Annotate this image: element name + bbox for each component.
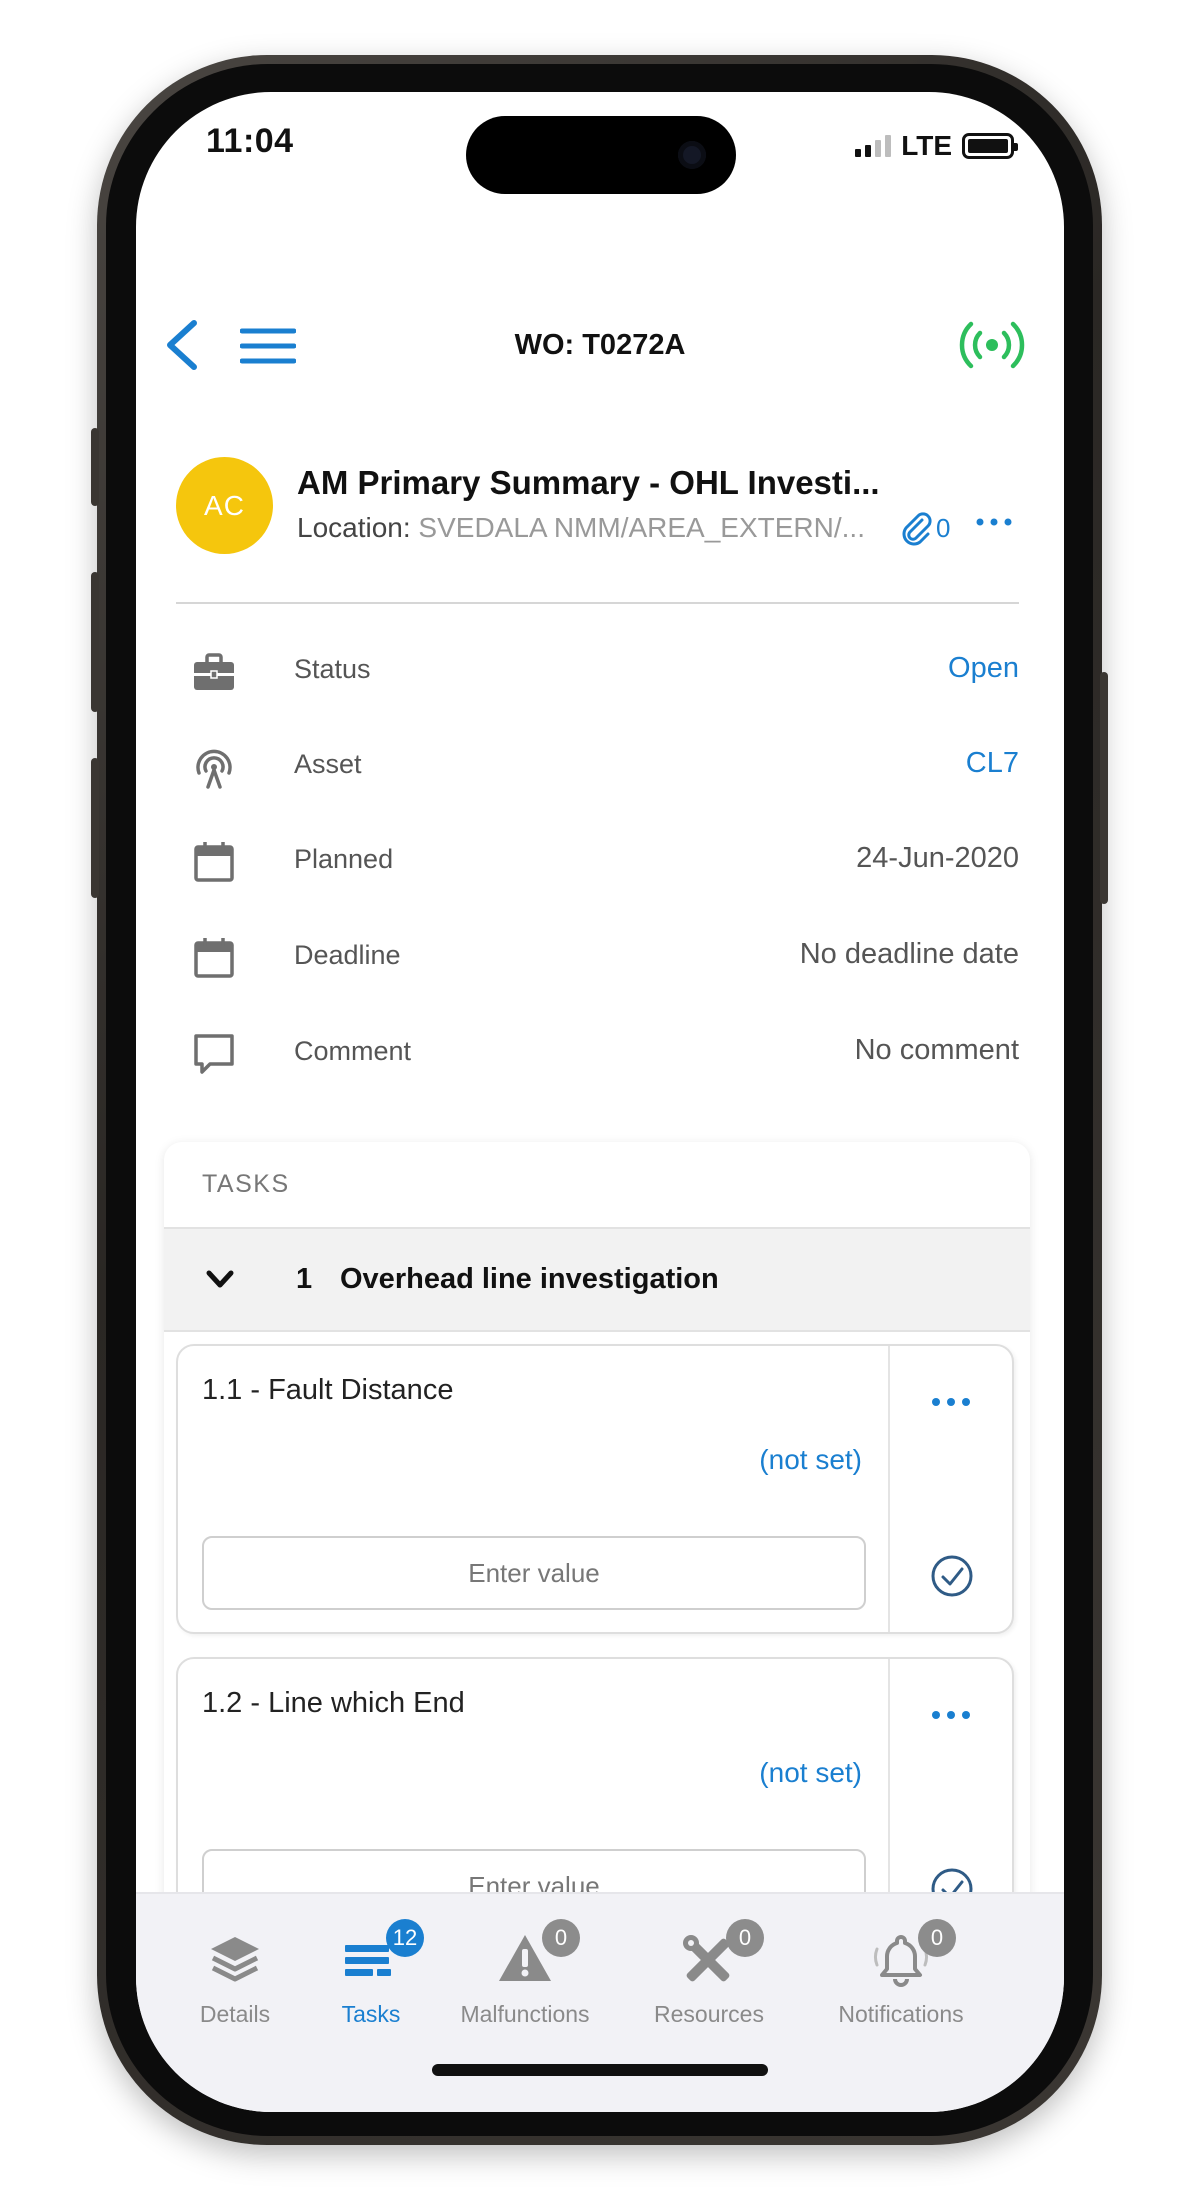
comment-label: Comment <box>294 1036 412 1066</box>
tab-malfunctions[interactable]: 0 Malfunctions <box>440 1919 610 2029</box>
status-row[interactable]: Status Open <box>176 640 1019 700</box>
header-divider <box>176 602 1019 604</box>
asset-row[interactable]: Asset CL7 <box>176 735 1019 795</box>
layers-icon <box>211 1937 259 1982</box>
location-value: SVEDALA NMM/AREA_EXTERN/... <box>418 512 865 543</box>
dynamic-island <box>466 116 736 194</box>
chevron-down-icon[interactable] <box>204 1265 236 1293</box>
comment-value: No comment <box>854 1034 1019 1066</box>
deadline-value: No deadline date <box>799 938 1019 970</box>
tab-resources[interactable]: 0 Resources <box>624 1919 794 2029</box>
tasks-section-title: TASKS <box>202 1170 290 1198</box>
task-group-name: Overhead line investigation <box>340 1263 719 1295</box>
page-title: WO: T0272A <box>514 329 686 361</box>
avatar: AC <box>176 457 273 554</box>
malfunctions-badge: 0 <box>542 1919 580 1957</box>
task-value-input[interactable] <box>202 1536 866 1610</box>
calendar-icon <box>194 938 234 978</box>
wireless-signal-icon[interactable] <box>958 319 1026 371</box>
more-options-icon[interactable] <box>930 1396 972 1408</box>
top-app-bar: WO: T0272A <box>136 297 1064 393</box>
tab-label: Malfunctions <box>460 2001 590 2027</box>
more-options-icon[interactable] <box>930 1709 972 1721</box>
phone-volume-up-button <box>91 572 99 712</box>
deadline-row: Deadline No deadline date <box>176 926 1019 986</box>
comment-row[interactable]: Comment No comment <box>176 1022 1019 1082</box>
planned-label: Planned <box>294 844 394 874</box>
location-label: Location: <box>297 512 411 543</box>
tab-tasks[interactable]: 12 Tasks <box>286 1919 456 2029</box>
paperclip-icon <box>902 512 932 546</box>
task-divider <box>888 1346 890 1632</box>
bottom-tab-bar: Details 12 Tasks 0 Malfunctions 0 Resour… <box>136 1892 1064 2112</box>
check-circle-icon[interactable] <box>930 1554 974 1598</box>
notifications-badge: 0 <box>918 1919 956 1957</box>
work-order-location: Location: SVEDALA NMM/AREA_EXTERN/... <box>297 512 865 544</box>
status-time: 11:04 <box>206 122 294 160</box>
planned-row: Planned 24-Jun-2020 <box>176 830 1019 890</box>
task-value-status: (not set) <box>759 1444 862 1475</box>
phone-action-button <box>91 428 99 506</box>
asset-label: Asset <box>294 749 362 779</box>
battery-icon <box>962 133 1018 159</box>
task-group-header[interactable]: 1 Overhead line investigation <box>164 1227 1030 1332</box>
task-item: 1.1 - Fault Distance (not set) <box>176 1344 1014 1634</box>
phone-volume-down-button <box>91 758 99 898</box>
tab-label: Notifications <box>838 2001 964 2027</box>
tab-label: Resources <box>654 2001 764 2027</box>
home-indicator[interactable] <box>432 2064 768 2076</box>
status-value[interactable]: Open <box>948 652 1019 685</box>
status-label: Status <box>294 654 371 684</box>
tasks-badge: 12 <box>386 1919 424 1957</box>
asset-value[interactable]: CL7 <box>966 747 1019 780</box>
calendar-icon <box>194 842 234 882</box>
deadline-label: Deadline <box>294 940 401 970</box>
tab-label: Tasks <box>341 2001 401 2027</box>
cellular-signal-icon <box>855 135 892 157</box>
app-screen: 11:04 LTE WO: T0272A AC AM Primary Summa… <box>136 92 1064 2112</box>
network-type: LTE <box>901 130 952 161</box>
attachments-button[interactable]: 0 <box>898 510 950 546</box>
status-indicators: LTE <box>855 130 1018 162</box>
phone-power-button <box>1100 672 1108 904</box>
task-title: 1.1 - Fault Distance <box>202 1374 454 1406</box>
task-value-status: (not set) <box>759 1757 862 1788</box>
briefcase-icon <box>194 653 234 690</box>
task-group-number: 1 <box>296 1263 313 1295</box>
comment-icon <box>194 1034 234 1074</box>
asset-signal-icon <box>196 749 232 789</box>
task-title: 1.2 - Line which End <box>202 1687 465 1719</box>
resources-badge: 0 <box>726 1919 764 1957</box>
more-options-icon[interactable] <box>974 512 1014 532</box>
camera-icon <box>678 141 706 169</box>
planned-value: 24-Jun-2020 <box>856 842 1019 874</box>
attachment-count: 0 <box>936 512 951 543</box>
tab-notifications[interactable]: 0 Notifications <box>816 1919 986 2029</box>
work-order-title: AM Primary Summary - OHL Investi... <box>297 464 880 501</box>
